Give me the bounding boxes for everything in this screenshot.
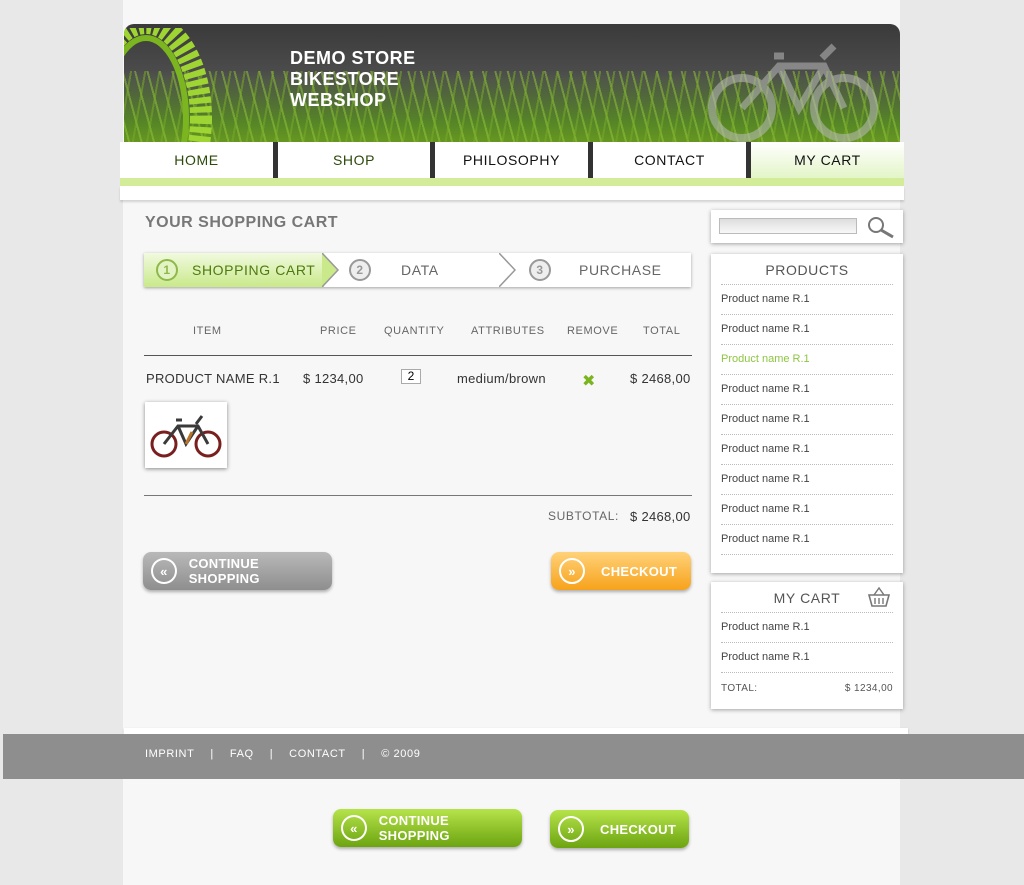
nav-bar: HOME SHOP PHILOSOPHY CONTACT MY CART [120,142,904,178]
products-panel: PRODUCTS Product name R.1 Product name R… [711,254,903,573]
nav-shop[interactable]: SHOP [278,142,430,178]
step-number-3: 3 [529,259,551,281]
product-link[interactable]: Product name R.1 [721,495,893,525]
step-label-2: DATA [401,262,439,278]
bike-silhouette-icon [708,43,878,142]
col-price: PRICE [320,325,357,337]
product-link[interactable]: Product name R.1 [721,315,893,345]
products-title: PRODUCTS [721,254,893,285]
mini-cart-total-row: TOTAL: $ 1234,00 [721,673,893,703]
product-link[interactable]: Product name R.1 [721,525,893,555]
brand-line-2: BIKESTORE [290,69,400,89]
mini-cart-total-value: $ 1234,00 [844,682,893,694]
col-remove: REMOVE [567,325,619,337]
cart-item-attributes: medium/brown [457,371,546,386]
double-chevron-right-icon: » [558,816,584,842]
footer: IMPRINT | FAQ | CONTACT | © 2009 [3,734,1024,779]
continue-shopping-green-button[interactable]: « CONTINUE SHOPPING [333,809,522,847]
nav-underline [120,178,904,186]
checkout-green-label: CHECKOUT [600,821,677,837]
footer-contact-link[interactable]: CONTACT [289,748,346,760]
nav-contact[interactable]: CONTACT [593,142,746,178]
double-chevron-left-icon: « [151,558,177,584]
step-arrow-icon [322,253,340,287]
nav-my-cart[interactable]: MY CART [751,142,904,178]
store-brand: DEMO STORE BIKESTORE WEBSHOP [290,48,416,111]
panel-spacer [711,703,903,709]
subtotal-label: SUBTOTAL: [548,509,619,523]
col-attributes: ATTRIBUTES [471,325,545,337]
mini-cart-panel: MY CART Product name R.1 Product name R.… [711,582,903,709]
product-link-active[interactable]: Product name R.1 [721,345,893,375]
checkout-label: CHECKOUT [601,563,678,579]
double-chevron-right-icon: » [559,558,585,584]
footer-faq-link[interactable]: FAQ [230,748,254,760]
step-purchase[interactable]: 3 PURCHASE [529,253,662,287]
mini-cart-total-label: TOTAL: [721,682,758,694]
nav-philosophy[interactable]: PHILOSOPHY [435,142,588,178]
main-nav: HOME SHOP PHILOSOPHY CONTACT MY CART [120,142,904,200]
continue-shopping-label: CONTINUE SHOPPING [188,556,260,586]
col-quantity: QUANTITY [384,325,445,337]
remove-item-icon[interactable]: ✖ [582,371,595,390]
footer-separator: | [361,748,366,760]
subtotal-value: $ 2468,00 [630,509,691,524]
step-number-2: 2 [349,259,371,281]
brand-line-3: WEBSHOP [290,90,387,110]
checkout-steps: 1 SHOPPING CART 2 DATA 3 PURCHASE [144,253,691,287]
table-divider [144,355,692,356]
col-item: ITEM [193,325,222,337]
search-icon[interactable] [865,215,897,239]
mini-cart-title: MY CART [773,590,841,606]
mini-cart-title-row: MY CART [721,582,893,613]
nav-home[interactable]: HOME [120,142,273,178]
cart-list-item[interactable]: Product name R.1 [721,643,893,673]
product-link[interactable]: Product name R.1 [721,405,893,435]
step-number-1: 1 [156,259,178,281]
nav-base [120,186,904,200]
header-banner: DEMO STORE BIKESTORE WEBSHOP [124,24,900,146]
step-label-1: SHOPPING CART [192,262,316,278]
col-total: TOTAL [643,325,681,337]
footer-separator: | [210,748,214,760]
step-label-3: PURCHASE [579,262,662,278]
cart-item-total: $ 2468,00 [630,371,691,386]
footer-copyright: © 2009 [381,748,421,760]
continue-shopping-green-label: CONTINUE SHOPPING [378,813,450,843]
panel-spacer [711,555,903,573]
cart-item-price: $ 1234,00 [303,371,364,386]
checkout-button[interactable]: » CHECKOUT [551,552,691,590]
bike-image-icon [150,415,222,458]
footer-separator: | [269,748,274,760]
step-data[interactable]: 2 DATA [349,253,439,287]
double-chevron-left-icon: « [341,815,367,841]
footer-links: IMPRINT | FAQ | CONTACT | © 2009 [145,748,420,760]
page-title: YOUR SHOPPING CART [145,214,339,231]
basket-icon[interactable] [867,586,891,608]
subtotal-divider [144,495,692,496]
step-shopping-cart[interactable]: 1 SHOPPING CART [144,253,324,287]
search-input[interactable] [719,218,857,234]
cart-list-item[interactable]: Product name R.1 [721,613,893,643]
product-thumbnail[interactable] [145,402,227,468]
product-link[interactable]: Product name R.1 [721,465,893,495]
checkout-green-button[interactable]: » CHECKOUT [550,810,689,848]
tire-graphic [124,28,212,146]
step-arrow-icon [499,253,517,287]
quantity-input[interactable] [401,369,421,384]
cart-item-name[interactable]: PRODUCT NAME R.1 [146,371,280,386]
product-link[interactable]: Product name R.1 [721,375,893,405]
footer-imprint-link[interactable]: IMPRINT [145,748,194,760]
product-link[interactable]: Product name R.1 [721,435,893,465]
continue-shopping-button[interactable]: « CONTINUE SHOPPING [143,552,332,590]
product-link[interactable]: Product name R.1 [721,285,893,315]
brand-line-1: DEMO STORE [290,48,416,68]
search-box [711,210,903,243]
